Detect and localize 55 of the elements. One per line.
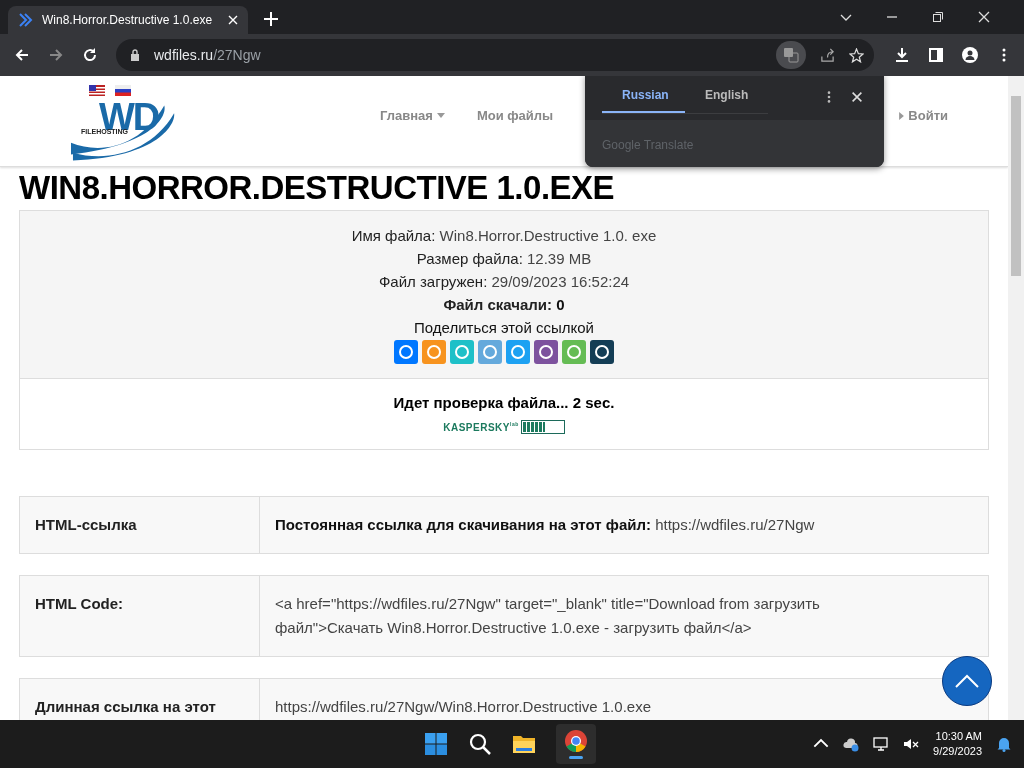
nav-link[interactable]: Войти — [899, 108, 948, 123]
clock-date[interactable]: 9/29/2023 — [933, 744, 982, 759]
table-cell: https://wdfiles.ru/27Ngw/Win8.Horror.Destructive 1.0.exe — [275, 698, 651, 715]
antivirus-logo: KASPERSKY$^{lab}$ — [443, 421, 519, 433]
info-line: Размер файла: 12.39 MB — [415, 249, 593, 269]
url-text: wdfiles.ru/27Ngw — [154, 47, 261, 63]
chevron-up-icon — [955, 674, 979, 688]
table-cell: HTML-ссылка — [20, 497, 260, 553]
star-icon[interactable] — [849, 47, 864, 63]
muted-speaker-icon[interactable] — [903, 736, 920, 752]
plus-icon[interactable] — [264, 12, 278, 26]
language-tab[interactable]: Russian — [602, 78, 685, 113]
browser-tab[interactable]: Win8.Horror.Destructive 1.0.exe — [8, 6, 248, 34]
caret-icon — [899, 111, 905, 120]
flag-icon[interactable] — [115, 85, 131, 96]
forward-icon[interactable] — [48, 47, 64, 63]
lock-icon — [130, 49, 140, 61]
chevrons-icon — [18, 12, 34, 28]
file-title: WIN8.HORROR.DESTRUCTIVE 1.0.EXE — [19, 168, 616, 208]
info-line: Имя файла: Win8.Horror.Destructive 1.0. exe — [350, 226, 658, 246]
clock-time[interactable]: 10:30 AM — [935, 729, 982, 744]
share-label: Поделиться этой ссылкой — [413, 318, 595, 338]
scan-meter — [520, 420, 565, 434]
browser-icon — [564, 729, 588, 753]
share-icon[interactable] — [820, 47, 835, 63]
caret-icon — [436, 113, 445, 118]
back-icon[interactable] — [14, 47, 30, 63]
reload-icon[interactable] — [82, 47, 98, 63]
search-icon[interactable] — [468, 732, 492, 756]
share-icon[interactable] — [534, 340, 558, 364]
restore-icon[interactable] — [932, 11, 944, 23]
translate-icon — [783, 47, 799, 63]
check-status: Идет проверка файла... 2 sec. — [392, 394, 616, 411]
download-icon[interactable] — [894, 47, 910, 63]
close-icon[interactable] — [850, 90, 864, 104]
taskbar-app-button[interactable] — [556, 724, 596, 764]
share-icon[interactable] — [590, 340, 614, 364]
close-icon[interactable] — [978, 11, 990, 23]
info-line: Файл скачали: 0 — [442, 295, 566, 315]
address-bar[interactable]: wdfiles.ru/27Ngw — [116, 39, 874, 71]
monitor-icon[interactable] — [873, 736, 890, 752]
translate-button[interactable] — [776, 41, 806, 69]
table-cell: Постоянная ссылка для скачивания на этот файл: https://wdfiles.ru/27Ngw — [275, 516, 815, 533]
bell-icon[interactable] — [996, 736, 1012, 752]
nav-link[interactable]: Главная — [380, 108, 445, 123]
start-icon[interactable] — [424, 732, 448, 756]
side-panel-icon[interactable] — [928, 47, 944, 63]
profile-icon[interactable] — [962, 47, 978, 63]
cloud-icon[interactable] — [843, 736, 860, 752]
language-tab[interactable]: English — [685, 78, 768, 113]
table-cell: <a href="https://wdfiles.ru/27Ngw" target="_blank" title="Download from загрузить файл">Скачать Win8.Horror.Destructive 1.0.exe - загрузить файл</a> — [275, 595, 820, 636]
info-line: Файл загружен: 29/09/2023 16:52:24 — [377, 272, 631, 292]
flag-icon[interactable] — [89, 85, 105, 96]
nav-link[interactable]: Мои файлы — [476, 108, 554, 123]
table-cell: HTML Code: — [20, 576, 260, 656]
